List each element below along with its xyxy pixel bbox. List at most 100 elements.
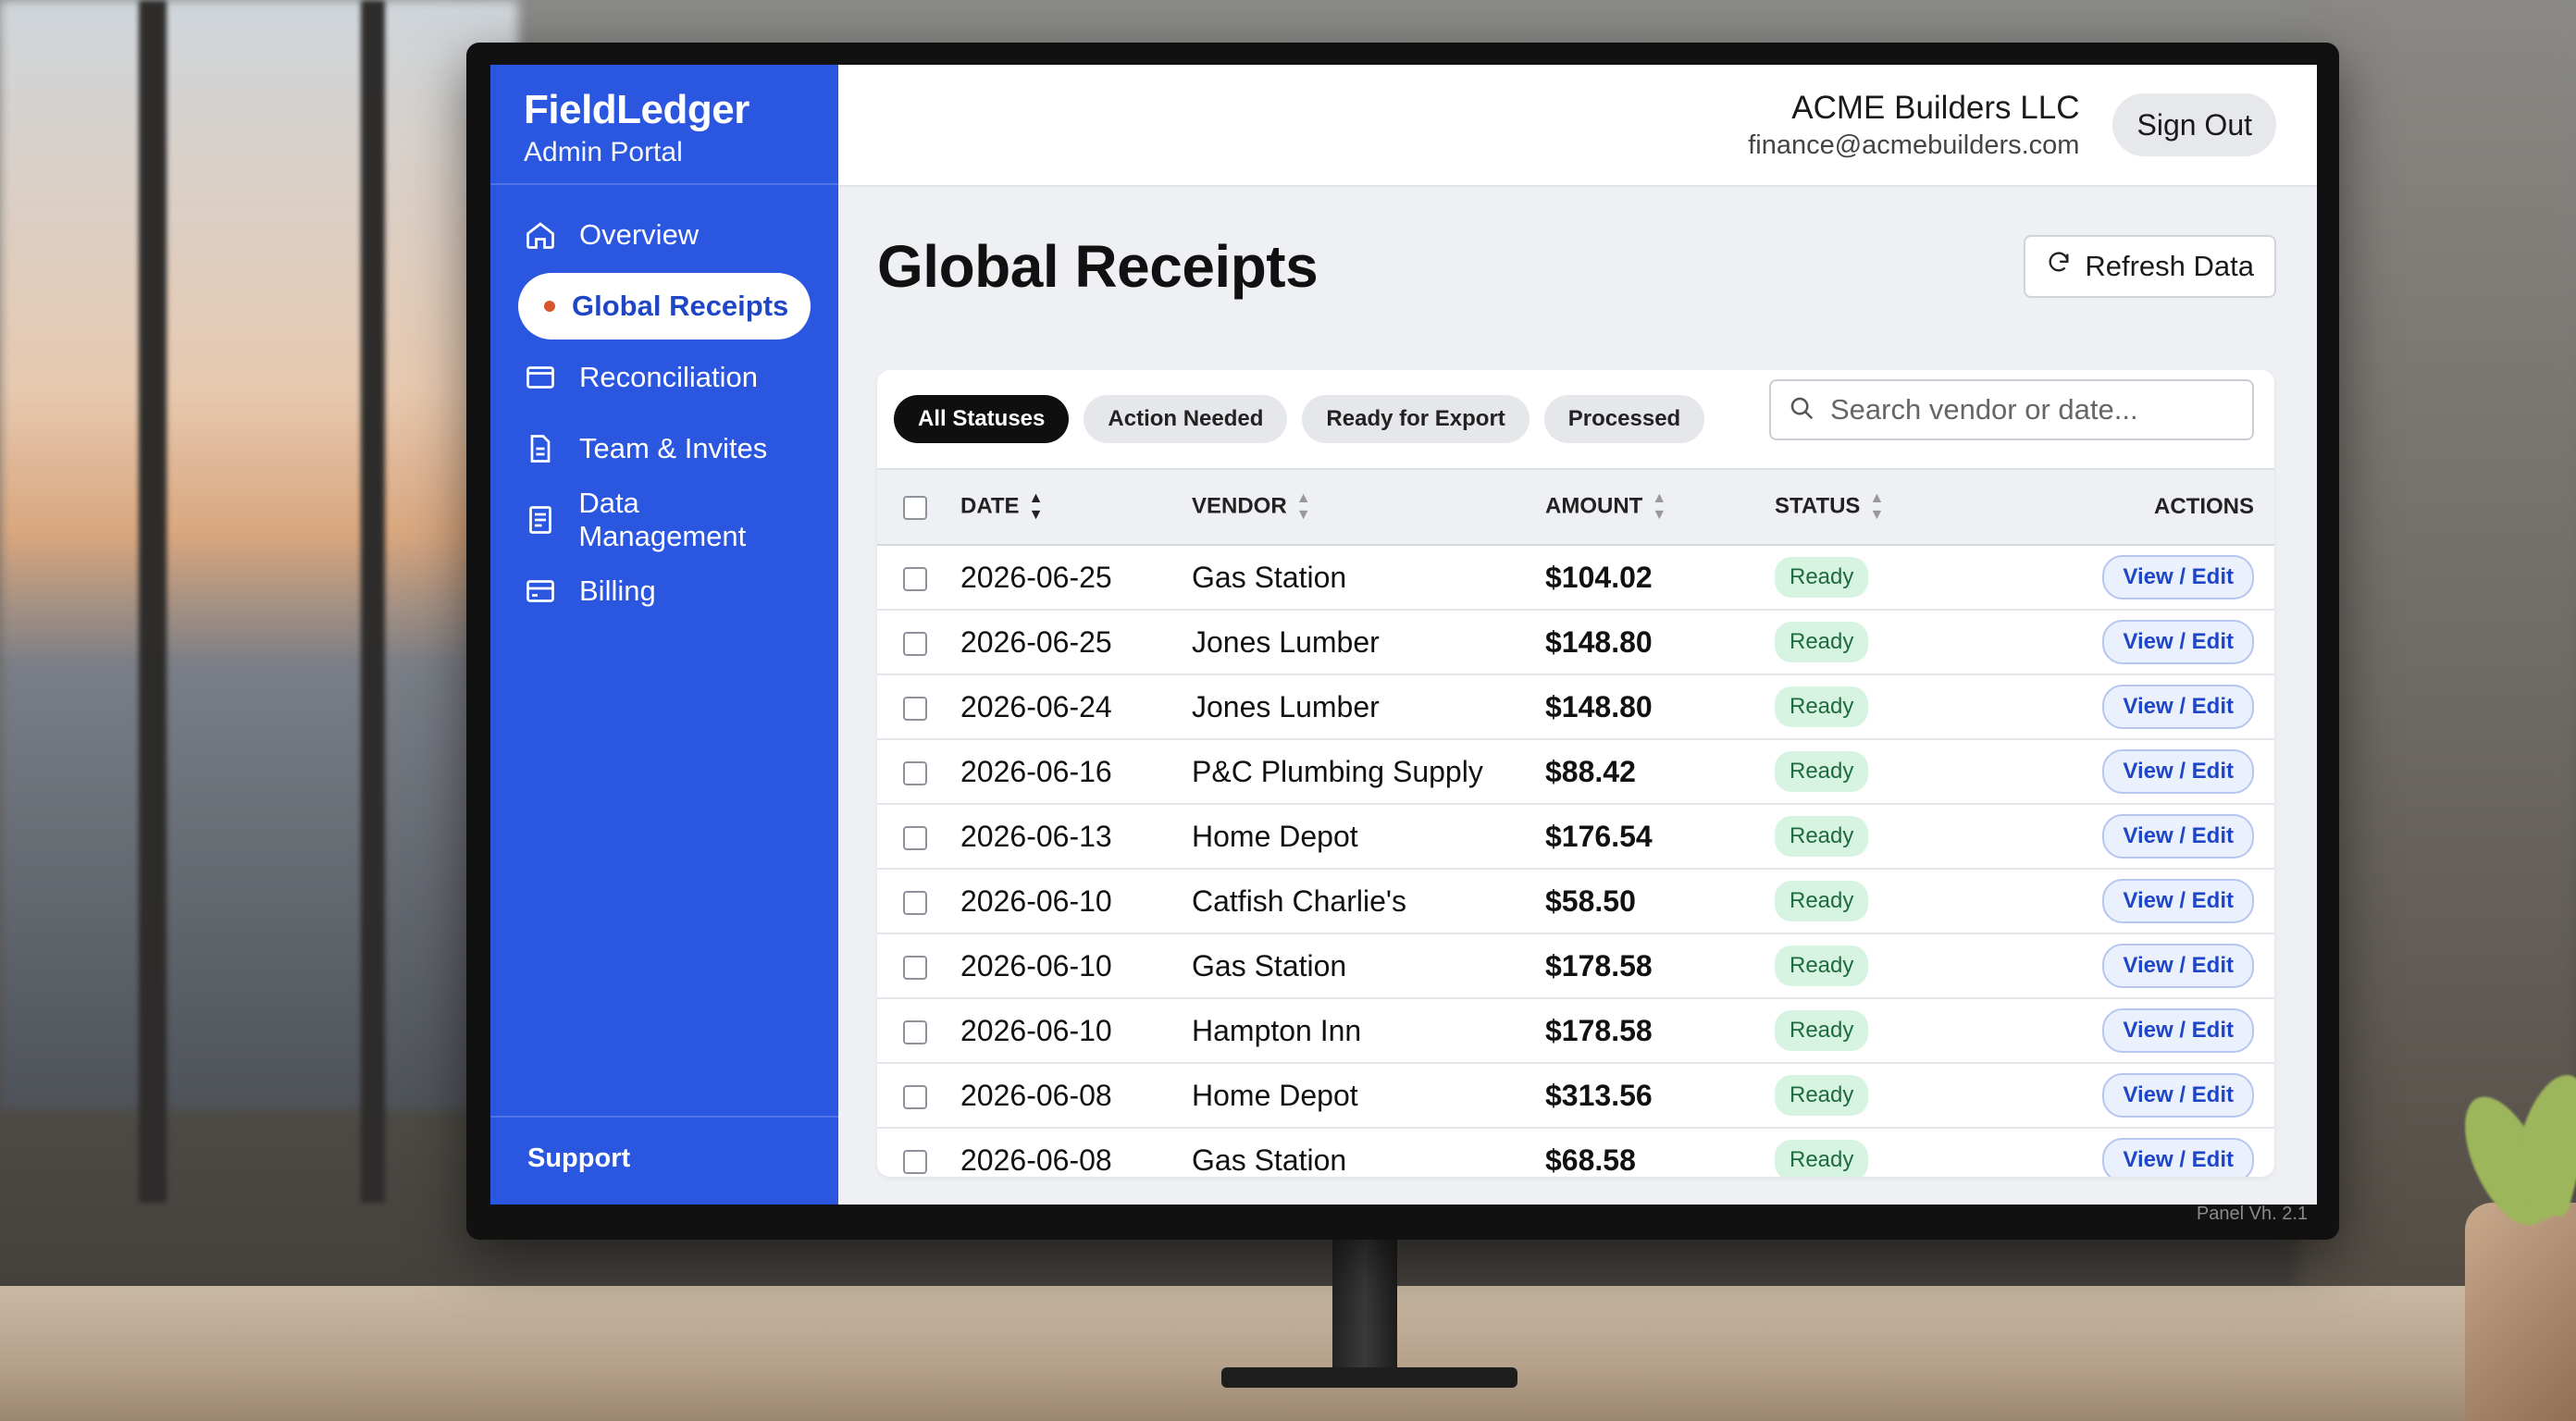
home-icon xyxy=(522,218,559,252)
plant-pot xyxy=(2465,1203,2576,1421)
table-row[interactable]: 2026-06-24 Jones Lumber $148.80 Ready View /… xyxy=(877,674,2274,739)
column-header-status[interactable]: STATUS ▲ ▼ xyxy=(1775,469,2052,545)
table-row[interactable]: 2026-06-08 Home Depot $313.56 Ready View / E… xyxy=(877,1063,2274,1128)
view-edit-button[interactable]: View / Edit xyxy=(2102,1073,2254,1118)
filter-chip-action-needed[interactable]: Action Needed xyxy=(1084,395,1288,443)
row-date: 2026-06-13 xyxy=(960,819,1112,853)
view-edit-button[interactable]: View / Edit xyxy=(2102,620,2254,664)
row-amount: $176.54 xyxy=(1545,819,1653,853)
sort-icon: ▲ ▼ xyxy=(1028,490,1044,523)
column-header-actions: ACTIONS xyxy=(2154,494,2254,519)
filter-chip-ready-for-export[interactable]: Ready for Export xyxy=(1302,395,1530,443)
row-actions-cell: View / Edit xyxy=(2052,1128,2274,1177)
sign-out-button[interactable]: Sign Out xyxy=(2112,93,2276,156)
table-row[interactable]: 2026-06-08 Gas Station $68.58 Ready View / E… xyxy=(877,1128,2274,1177)
row-status-cell: Ready xyxy=(1775,869,2052,933)
row-checkbox[interactable] xyxy=(903,567,927,592)
app-logo[interactable]: FieldLedger xyxy=(524,87,805,133)
column-header-vendor[interactable]: VENDOR ▲ ▼ xyxy=(1192,469,1545,545)
sidebar-item-billing[interactable]: Billing xyxy=(518,558,811,624)
page-header: Global Receipts Refresh Data xyxy=(838,187,2317,307)
row-vendor: Home Depot xyxy=(1192,819,1358,853)
sidebar-item-label: Billing xyxy=(579,575,656,607)
view-edit-button[interactable]: View / Edit xyxy=(2102,749,2254,794)
status-badge: Ready xyxy=(1775,751,1869,792)
table-row[interactable]: 2026-06-25 Gas Station $104.02 Ready View / … xyxy=(877,545,2274,610)
row-checkbox[interactable] xyxy=(903,761,927,786)
monitor: FieldLedger Admin Portal Overview Global… xyxy=(466,43,2339,1240)
row-checkbox[interactable] xyxy=(903,826,927,851)
select-all-checkbox[interactable] xyxy=(903,495,927,520)
view-edit-button[interactable]: View / Edit xyxy=(2102,944,2254,988)
row-vendor: Jones Lumber xyxy=(1192,624,1380,659)
table-row[interactable]: 2026-06-16 P&C Plumbing Supply $88.42 Ready… xyxy=(877,739,2274,804)
search-input[interactable] xyxy=(1830,393,2237,426)
refresh-data-button[interactable]: Refresh Data xyxy=(2024,235,2276,298)
column-label: AMOUNT xyxy=(1545,493,1643,519)
row-checkbox-cell xyxy=(877,933,960,998)
column-label: VENDOR xyxy=(1192,493,1287,519)
search-box xyxy=(1769,379,2254,440)
view-edit-button[interactable]: View / Edit xyxy=(2102,879,2254,923)
row-vendor: Catfish Charlie's xyxy=(1192,883,1406,918)
table-row[interactable]: 2026-06-10 Hampton Inn $178.58 Ready View / … xyxy=(877,998,2274,1063)
row-amount: $178.58 xyxy=(1545,1013,1653,1047)
sidebar-item-team-invites[interactable]: Team & Invites xyxy=(518,415,811,482)
sidebar-item-data-management[interactable]: Data Management xyxy=(518,487,811,553)
sidebar-item-global-receipts[interactable]: Global Receipts xyxy=(518,273,811,340)
column-header-amount[interactable]: AMOUNT ▲ ▼ xyxy=(1545,469,1775,545)
row-actions-cell: View / Edit xyxy=(2052,739,2274,804)
column-header-date[interactable]: DATE ▲ ▼ xyxy=(960,469,1192,545)
table-row[interactable]: 2026-06-25 Jones Lumber $148.80 Ready View /… xyxy=(877,610,2274,674)
sidebar-item-label: Overview xyxy=(579,218,700,251)
row-checkbox[interactable] xyxy=(903,1020,927,1045)
row-actions-cell: View / Edit xyxy=(2052,933,2274,998)
row-date: 2026-06-08 xyxy=(960,1143,1112,1177)
table-row[interactable]: 2026-06-13 Home Depot $176.54 Ready View / E… xyxy=(877,804,2274,869)
row-checkbox[interactable] xyxy=(903,1085,927,1110)
filter-chip-processed[interactable]: Processed xyxy=(1543,395,1705,443)
row-date: 2026-06-25 xyxy=(960,624,1112,659)
status-badge: Ready xyxy=(1775,686,1869,727)
top-bar: ACME Builders LLC finance@acmebuilders.c… xyxy=(838,65,2317,187)
row-status-cell: Ready xyxy=(1775,804,2052,869)
window-mullion xyxy=(139,0,167,1203)
row-checkbox[interactable] xyxy=(903,956,927,981)
row-date: 2026-06-08 xyxy=(960,1078,1112,1112)
row-actions-cell: View / Edit xyxy=(2052,674,2274,739)
row-amount: $148.80 xyxy=(1545,689,1653,723)
view-edit-button[interactable]: View / Edit xyxy=(2102,1138,2254,1177)
row-checkbox-cell xyxy=(877,1063,960,1128)
table-body: 2026-06-25 Gas Station $104.02 Ready View / … xyxy=(877,545,2274,1177)
view-edit-button[interactable]: View / Edit xyxy=(2102,814,2254,859)
view-edit-button[interactable]: View / Edit xyxy=(2102,555,2254,599)
row-checkbox-cell xyxy=(877,869,960,933)
sidebar-item-label: Global Receipts xyxy=(572,290,789,322)
support-link[interactable]: Support xyxy=(490,1116,838,1205)
row-checkbox[interactable] xyxy=(903,632,927,657)
table-row[interactable]: 2026-06-10 Gas Station $178.58 Ready View / … xyxy=(877,933,2274,998)
table-row[interactable]: 2026-06-10 Catfish Charlie's $58.50 Ready Vi… xyxy=(877,869,2274,933)
view-edit-button[interactable]: View / Edit xyxy=(2102,1008,2254,1053)
row-checkbox[interactable] xyxy=(903,697,927,722)
row-status-cell: Ready xyxy=(1775,610,2052,674)
row-date: 2026-06-16 xyxy=(960,754,1112,788)
filter-chip-all-statuses[interactable]: All Statuses xyxy=(894,395,1070,443)
row-amount: $88.42 xyxy=(1545,754,1636,788)
sidebar-item-reconciliation[interactable]: Reconciliation xyxy=(518,344,811,411)
sidebar: FieldLedger Admin Portal Overview Global… xyxy=(490,65,838,1205)
org-name: ACME Builders LLC xyxy=(1791,89,2080,126)
row-checkbox[interactable] xyxy=(903,1150,927,1175)
column-label: DATE xyxy=(960,493,1020,519)
sidebar-item-label: Reconciliation xyxy=(579,361,758,393)
main-content: ACME Builders LLC finance@acmebuilders.c… xyxy=(838,65,2317,1205)
row-checkbox[interactable] xyxy=(903,891,927,916)
row-checkbox-cell xyxy=(877,1128,960,1177)
row-status-cell: Ready xyxy=(1775,998,2052,1063)
view-edit-button[interactable]: View / Edit xyxy=(2102,685,2254,729)
org-info: ACME Builders LLC finance@acmebuilders.c… xyxy=(1748,90,2079,161)
row-amount: $148.80 xyxy=(1545,624,1653,659)
row-status-cell: Ready xyxy=(1775,545,2052,610)
sidebar-item-overview[interactable]: Overview xyxy=(518,202,811,268)
row-vendor: Gas Station xyxy=(1192,1143,1347,1177)
